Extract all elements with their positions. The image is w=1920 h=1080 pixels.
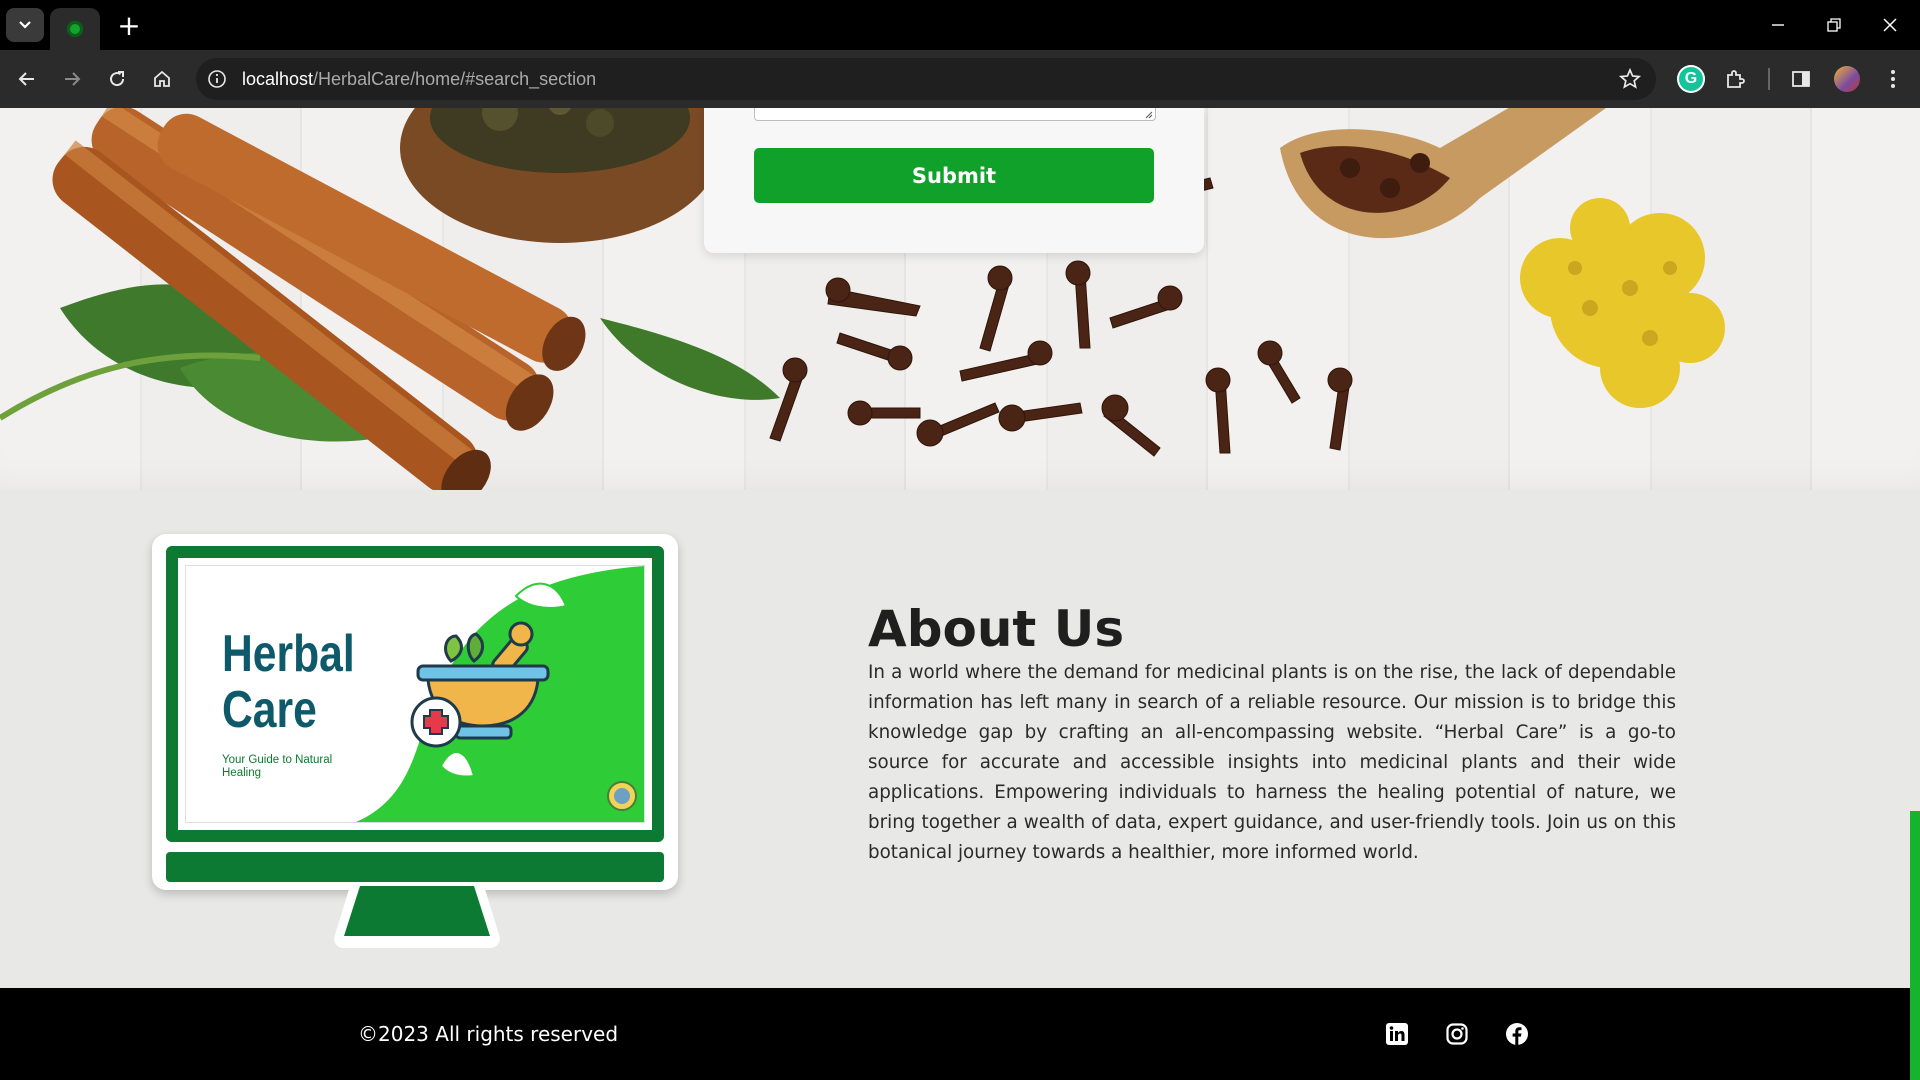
url-path: /HerbalCare/home/#search_section <box>313 69 597 89</box>
close-icon <box>1883 18 1897 32</box>
footer: ©2023 All rights reserved <box>0 988 1920 1080</box>
tab-search-button[interactable] <box>6 8 44 42</box>
facebook-link[interactable] <box>1504 1021 1530 1047</box>
toolbar-divider <box>1768 68 1770 90</box>
reload-button[interactable] <box>100 62 134 96</box>
mortar-pestle-icon <box>410 621 550 748</box>
forward-button[interactable] <box>55 62 89 96</box>
about-body: In a world where the demand for medicina… <box>868 662 1676 863</box>
avatar <box>1834 66 1860 92</box>
linkedin-link[interactable] <box>1384 1021 1410 1047</box>
home-button[interactable] <box>145 62 179 96</box>
url-host: localhost <box>242 69 314 89</box>
instagram-icon <box>1446 1023 1468 1045</box>
minimize-button[interactable] <box>1750 0 1806 50</box>
search-section-background: Submit <box>0 108 1920 490</box>
chevron-down-icon <box>19 21 31 29</box>
monitor-screen: Herbal Care Your Guide to Natural Healin… <box>178 558 652 830</box>
reload-icon <box>110 71 125 87</box>
monitor-bezel: Herbal Care Your Guide to Natural Healin… <box>166 546 664 842</box>
facebook-icon <box>1506 1023 1528 1045</box>
site-favicon-icon <box>67 21 83 37</box>
scrollbar-thumb[interactable] <box>1910 811 1920 1080</box>
arrow-right-icon <box>65 72 81 86</box>
home-icon <box>154 70 170 87</box>
brand-title-line2: Care <box>222 681 317 739</box>
side-panel-icon <box>1792 71 1810 87</box>
about-title: About Us <box>868 600 1125 658</box>
tab-strip: + <box>0 0 1920 50</box>
url-text[interactable]: localhost/HerbalCare/home/#search_sectio… <box>242 58 596 100</box>
monitor-screen-content: Herbal Care Your Guide to Natural Healin… <box>186 566 644 822</box>
extensions-button[interactable] <box>1718 62 1752 96</box>
grammarly-extension-button[interactable]: G <box>1674 62 1708 96</box>
linkedin-icon <box>1386 1023 1408 1045</box>
page-viewport: Submit Herbal Care Your Guide to Natural… <box>0 108 1920 1080</box>
message-textarea[interactable] <box>754 108 1156 121</box>
arrow-left-icon <box>18 72 34 86</box>
side-panel-button[interactable] <box>1784 62 1818 96</box>
monitor-illustration: Herbal Care Your Guide to Natural Healin… <box>152 534 678 948</box>
back-button[interactable] <box>10 62 44 96</box>
minimize-icon <box>1772 24 1784 26</box>
browser-toolbar: localhost/HerbalCare/home/#search_sectio… <box>0 50 1920 108</box>
bookmark-star-icon[interactable] <box>1618 67 1642 91</box>
about-section: Herbal Care Your Guide to Natural Healin… <box>0 490 1920 988</box>
active-tab[interactable] <box>50 8 100 50</box>
brand-tagline: Your Guide to Natural Healing <box>222 754 333 779</box>
more-vertical-icon <box>1891 70 1895 88</box>
copyright-text: ©2023 All rights reserved <box>358 1022 619 1046</box>
instagram-link[interactable] <box>1444 1021 1470 1047</box>
restore-icon <box>1827 18 1841 32</box>
address-bar[interactable]: localhost/HerbalCare/home/#search_sectio… <box>196 58 1656 100</box>
resize-grip-icon <box>1145 111 1153 119</box>
brand-title-line1: Herbal <box>222 625 355 683</box>
close-window-button[interactable] <box>1862 0 1918 50</box>
restore-button[interactable] <box>1806 0 1862 50</box>
puzzle-icon <box>1727 70 1745 88</box>
site-info-icon[interactable] <box>206 68 228 90</box>
profile-button[interactable] <box>1830 62 1864 96</box>
monitor-frame: Herbal Care Your Guide to Natural Healin… <box>152 534 678 890</box>
grammarly-icon: G <box>1677 65 1705 93</box>
submit-button[interactable]: Submit <box>754 148 1154 203</box>
monitor-stand <box>334 886 500 948</box>
new-tab-button[interactable]: + <box>112 8 146 42</box>
brand-title: Herbal Care <box>222 626 355 738</box>
browser-menu-button[interactable] <box>1876 62 1910 96</box>
search-form-card: Submit <box>704 108 1204 253</box>
monitor-chin <box>166 852 664 882</box>
